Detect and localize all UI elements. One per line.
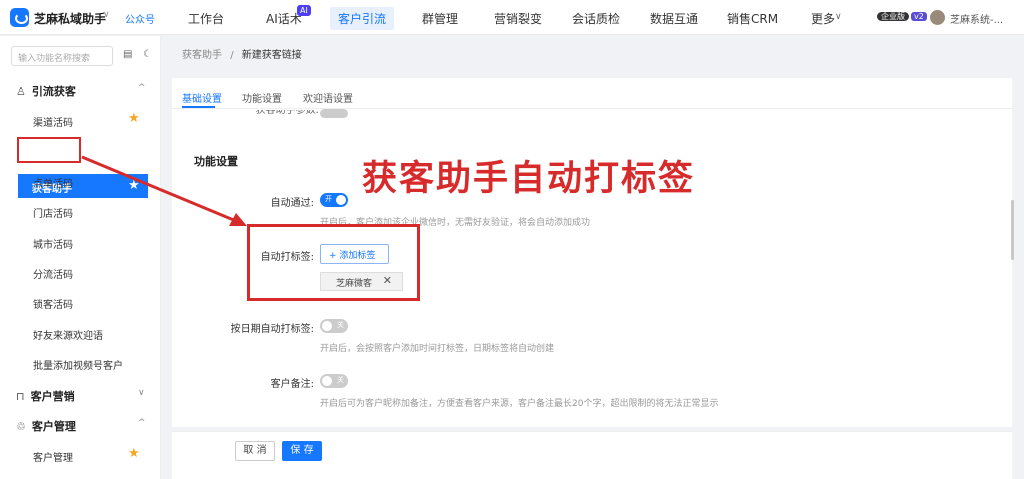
top-navbar: 芝麻私域助手 ∨ 公众号 工作台 AI话术 AI 客户引流 群管理 营销裂变 会… <box>0 0 1024 35</box>
star-icon[interactable]: ★ <box>128 178 140 193</box>
chevron-up-icon[interactable]: ^ <box>138 418 146 428</box>
group-lead-acquisition[interactable]: ♙ 引流获客 <box>16 83 76 99</box>
app-logo-icon <box>10 8 29 27</box>
sidebar-item-source-welcome[interactable]: 好友来源欢迎语 <box>33 327 103 342</box>
auto-pass-label: 自动通过: <box>270 198 314 209</box>
moon-icon[interactable]: ☾ <box>143 49 152 60</box>
brand-chevron-down-icon[interactable]: ∨ <box>103 10 110 20</box>
nav-workbench[interactable]: 工作台 <box>188 10 224 27</box>
scrollbar[interactable] <box>1011 200 1014 260</box>
nav-more[interactable]: 更多 <box>811 10 835 27</box>
users-icon: ♲ <box>16 420 26 433</box>
nav-customer-acquisition[interactable]: 客户引流 <box>330 7 395 30</box>
tab-welcome-settings[interactable]: 欢迎语设置 <box>303 90 353 105</box>
nav-data-interop[interactable]: 数据互通 <box>650 10 698 27</box>
sidebar-item-batch-add-video[interactable]: 批量添加视频号客户 <box>33 357 123 372</box>
calendar-icon[interactable]: ▤ <box>123 49 132 60</box>
tab-basic-settings[interactable]: 基础设置 <box>182 90 222 105</box>
annotation-text: 获客助手自动打标签 <box>362 158 696 199</box>
date-tag-hint: 开启后，会按照客户添加时间打标签，日期标签将自动创建 <box>320 344 555 354</box>
nav-sales-crm[interactable]: 销售CRM <box>727 10 778 27</box>
highlight-box-sidebar <box>17 137 81 163</box>
sidebar-item-channel-code[interactable]: 渠道活码 <box>33 114 73 129</box>
section-title: 功能设置 <box>194 155 238 168</box>
highlight-box-auto-tag <box>247 224 420 301</box>
chevron-down-icon[interactable]: ∨ <box>138 388 145 398</box>
chevron-up-icon[interactable]: ^ <box>138 83 146 93</box>
edition-badge: 企业版 v2 <box>877 11 927 22</box>
breadcrumb-current: 新建获客链接 <box>241 50 302 61</box>
user-name[interactable]: 芝麻系统-... <box>950 11 1003 26</box>
form-footer: 取 消 保 存 <box>172 431 1012 479</box>
sidebar: 输入功能名称搜索 ▤ ☾ ♙ 引流获客 ^ 渠道活码 ★ 获客助手 ★ 点单活码 … <box>0 36 161 479</box>
function-search-input[interactable]: 输入功能名称搜索 <box>11 46 113 66</box>
group-customer-marketing[interactable]: ⊓ 客户营销 <box>16 388 75 404</box>
cancel-button[interactable]: 取 消 <box>235 441 275 461</box>
brand-name[interactable]: 芝麻私域助手 <box>34 10 106 27</box>
auto-pass-switch[interactable]: 开 <box>320 193 348 207</box>
date-tag-label: 按日期自动打标签: <box>230 324 314 335</box>
star-icon[interactable]: ★ <box>128 446 140 461</box>
sidebar-item-split-code[interactable]: 分流活码 <box>33 266 73 281</box>
remark-label: 客户备注: <box>270 379 314 390</box>
sidebar-item-city-code[interactable]: 城市活码 <box>33 236 73 251</box>
ai-badge: AI <box>297 5 311 16</box>
nav-group-management[interactable]: 群管理 <box>422 10 458 27</box>
remark-switch[interactable]: 关 <box>320 374 348 388</box>
partial-field-label: 获客助手参数: <box>255 110 319 116</box>
more-chevron-down-icon[interactable]: ∨ <box>835 12 842 22</box>
sidebar-item-store-code[interactable]: 门店活码 <box>33 205 73 220</box>
tab-divider <box>172 108 1012 109</box>
nav-session-audit[interactable]: 会话质检 <box>572 10 620 27</box>
sidebar-item-customer-management[interactable]: 客户管理 <box>33 449 73 464</box>
group-customer-management[interactable]: ♲ 客户管理 <box>16 418 76 434</box>
date-tag-switch[interactable]: 关 <box>320 319 348 333</box>
breadcrumb-root[interactable]: 获客助手 <box>182 50 222 61</box>
partial-switch[interactable] <box>320 109 348 118</box>
remark-hint: 开启后可为客户昵称加备注，方便查看客户来源，客户备注最长20个字，超出限制的将无… <box>320 399 719 409</box>
save-button[interactable]: 保 存 <box>282 441 322 461</box>
channel-link[interactable]: 公众号 <box>125 11 155 26</box>
user-avatar[interactable] <box>930 10 945 25</box>
breadcrumb: 获客助手 / 新建获客链接 <box>182 50 302 61</box>
tab-function-settings[interactable]: 功能设置 <box>242 90 282 105</box>
user-plus-icon: ♙ <box>16 85 26 98</box>
star-icon[interactable]: ★ <box>128 111 140 126</box>
nav-marketing-fission[interactable]: 营销裂变 <box>494 10 542 27</box>
sidebar-item-lock-code[interactable]: 锁客活码 <box>33 296 73 311</box>
bookmark-icon: ⊓ <box>16 390 25 403</box>
sidebar-item-order-code[interactable]: 点单活码 <box>33 175 73 190</box>
